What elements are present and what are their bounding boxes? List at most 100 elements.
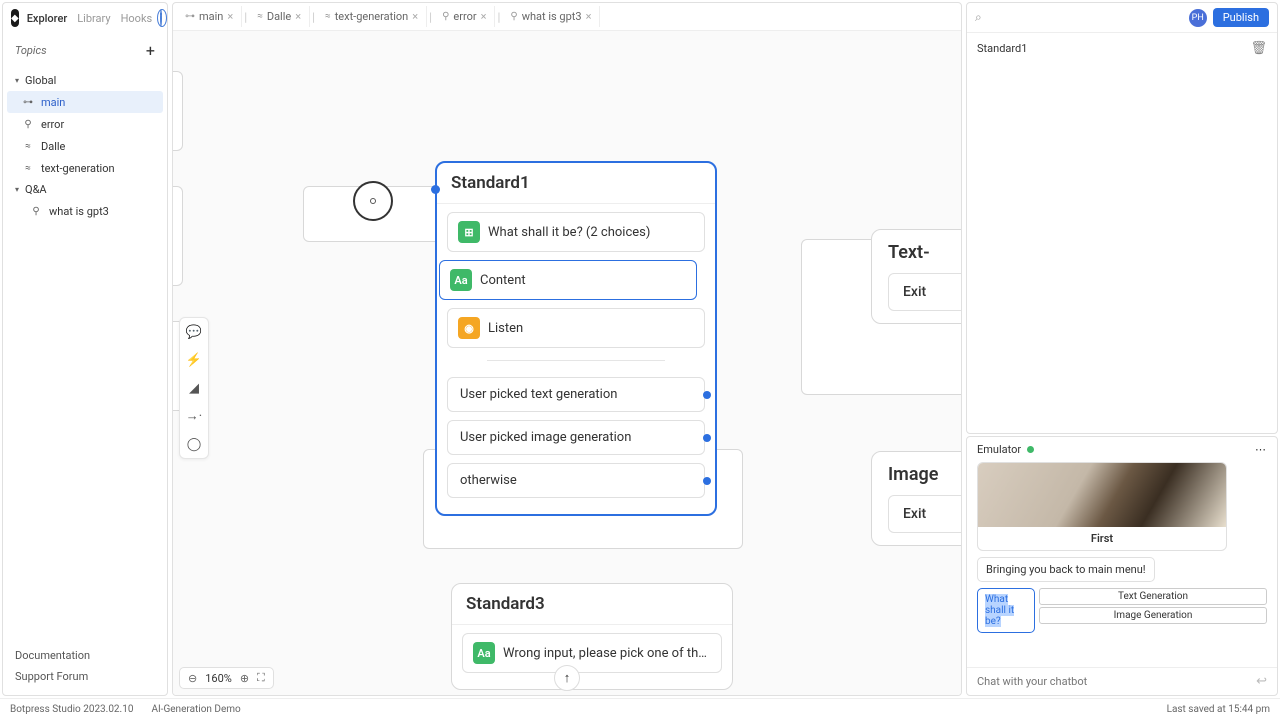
- branch-image[interactable]: User picked image generation: [447, 420, 705, 455]
- branch-otherwise[interactable]: otherwise: [447, 463, 705, 498]
- choice-row: What shall it be? Text Generation Image …: [977, 588, 1267, 633]
- globe-icon[interactable]: [160, 9, 162, 27]
- more-button[interactable]: ⋯: [1255, 443, 1267, 456]
- group-qa[interactable]: ▾ Q&A: [7, 179, 163, 200]
- node-title: Image: [888, 464, 961, 485]
- choices-icon: ⊞: [458, 221, 480, 243]
- tab-textgen[interactable]: ≈text-generation×: [317, 6, 427, 27]
- flow-canvas[interactable]: Standard1 ⊞ What shall it be? (2 choices…: [173, 31, 961, 695]
- link-documentation[interactable]: Documentation: [15, 645, 155, 666]
- close-icon[interactable]: ×: [227, 10, 233, 23]
- node-text-peek[interactable]: Text- Exit: [871, 229, 961, 324]
- flow-icon: ≈: [21, 161, 35, 175]
- inspector-panel: ⌕ PH Publish Standard1 🗑: [966, 2, 1278, 434]
- delete-button[interactable]: 🗑: [1250, 41, 1267, 56]
- choice-image-gen[interactable]: Image Generation: [1039, 607, 1267, 624]
- exit-card[interactable]: Exit: [888, 495, 961, 533]
- card-content[interactable]: Aa Content: [439, 260, 697, 300]
- chat-input[interactable]: [977, 675, 1256, 688]
- close-icon[interactable]: ×: [295, 10, 301, 23]
- flow-icon: ⚲: [21, 117, 35, 131]
- topics-label: Topics: [15, 44, 47, 57]
- zoom-level: 160%: [205, 672, 232, 685]
- emulator-panel: Emulator ⋯ First Bringing you back to ma…: [966, 436, 1278, 696]
- tab-dalle[interactable]: ≈Dalle×: [249, 6, 310, 27]
- close-icon[interactable]: ×: [586, 10, 592, 23]
- zoom-controls: ⊖ 160% ⊕ ⛶: [179, 667, 274, 689]
- emulator-title: Emulator: [977, 443, 1021, 456]
- user-avatar[interactable]: PH: [1189, 9, 1207, 27]
- zoom-fit-button[interactable]: ⛶: [257, 671, 265, 685]
- node-standard1[interactable]: Standard1 ⊞ What shall it be? (2 choices…: [435, 161, 717, 516]
- tool-transition[interactable]: →·: [184, 406, 204, 426]
- topic-tree: ▾ Global ⊶ main ⚲ error ≈ Dalle ≈ text-g…: [3, 68, 167, 637]
- close-icon[interactable]: ×: [481, 10, 487, 23]
- text-icon: Aa: [450, 269, 472, 291]
- branch-text[interactable]: User picked text generation: [447, 377, 705, 412]
- canvas-panel: ⊶main× | ≈Dalle× | ≈text-generation× | ⚲…: [172, 2, 962, 696]
- caret-down-icon: ▾: [15, 185, 19, 194]
- node-title: Standard3: [452, 584, 732, 625]
- right-rail: ⌕ PH Publish Standard1 🗑 Emulator ⋯ Firs…: [966, 2, 1278, 696]
- sidebar-item-error[interactable]: ⚲ error: [7, 113, 163, 135]
- editor-tabs: ⊶main× | ≈Dalle× | ≈text-generation× | ⚲…: [173, 3, 961, 31]
- bg-node: [173, 71, 183, 151]
- tool-action[interactable]: ⚡: [184, 350, 204, 370]
- question-bubble: What shall it be?: [977, 588, 1035, 633]
- node-image-peek[interactable]: Image Exit: [871, 451, 961, 546]
- flow-icon: ≈: [21, 139, 35, 153]
- sidebar-item-dalle[interactable]: ≈ Dalle: [7, 135, 163, 157]
- tab-gpt3[interactable]: ⚲what is gpt3×: [502, 6, 600, 27]
- nav-hooks[interactable]: Hooks: [121, 12, 153, 25]
- tool-comment[interactable]: 💬: [184, 322, 204, 342]
- project-name: AI-Generation Demo: [151, 704, 240, 715]
- search-icon: ⌕: [975, 10, 982, 25]
- search-input[interactable]: [988, 11, 1183, 25]
- listen-icon: ◉: [458, 317, 480, 339]
- zoom-out-button[interactable]: ⊖: [188, 672, 197, 685]
- zoom-in-button[interactable]: ⊕: [240, 672, 249, 685]
- chat-caption: First: [978, 527, 1226, 550]
- app-logo: ◆: [11, 9, 19, 27]
- sidebar-item-main[interactable]: ⊶ main: [7, 91, 163, 113]
- card-wrong-input[interactable]: Aa Wrong input, please pick one of th…: [462, 633, 722, 673]
- choice-text-gen[interactable]: Text Generation: [1039, 588, 1267, 605]
- port-in[interactable]: [431, 185, 440, 194]
- link-support[interactable]: Support Forum: [15, 666, 155, 687]
- text-icon: Aa: [473, 642, 495, 664]
- status-bar: Botpress Studio 2023.02.10 AI-Generation…: [0, 698, 1280, 720]
- card-choices[interactable]: ⊞ What shall it be? (2 choices): [447, 212, 705, 252]
- group-global[interactable]: ▾ Global: [7, 70, 163, 91]
- node-title: Standard1: [437, 163, 715, 204]
- inspector-title: Standard1: [977, 42, 1027, 55]
- divider: [487, 360, 665, 361]
- add-topic-button[interactable]: +: [146, 41, 155, 60]
- bg-node: [173, 186, 183, 286]
- nav-tabs: Explorer Library Hooks: [27, 12, 153, 25]
- close-icon[interactable]: ×: [412, 10, 418, 23]
- status-dot-icon: [1027, 446, 1034, 453]
- exit-card[interactable]: Exit: [888, 273, 961, 311]
- nav-library[interactable]: Library: [77, 12, 110, 25]
- chat-bubble: Bringing you back to main menu!: [977, 557, 1155, 582]
- tab-main[interactable]: ⊶main×: [177, 6, 242, 27]
- node-standard3[interactable]: Standard3 Aa Wrong input, please pick on…: [451, 583, 733, 690]
- nav-explorer[interactable]: Explorer: [27, 12, 68, 25]
- chat-card: First: [977, 462, 1227, 551]
- start-node[interactable]: [353, 181, 393, 221]
- card-listen[interactable]: ◉ Listen: [447, 308, 705, 348]
- tool-hook[interactable]: ◢: [184, 378, 204, 398]
- chat-log[interactable]: First Bringing you back to main menu! Wh…: [967, 462, 1277, 667]
- last-saved: Last saved at 15:44 pm: [1167, 704, 1270, 715]
- sidebar-item-gpt3[interactable]: ⚲ what is gpt3: [7, 200, 163, 222]
- chat-image: [978, 463, 1226, 527]
- app-version: Botpress Studio 2023.02.10: [10, 704, 133, 715]
- sidebar-item-textgen[interactable]: ≈ text-generation: [7, 157, 163, 179]
- caret-down-icon: ▾: [15, 76, 19, 85]
- tool-chat[interactable]: ◯: [184, 434, 204, 454]
- tab-error[interactable]: ⚲error×: [434, 6, 495, 27]
- scroll-up-button[interactable]: ↑: [554, 665, 580, 691]
- flow-icon: ⚲: [29, 204, 43, 218]
- send-button[interactable]: ↩: [1256, 674, 1267, 689]
- publish-button[interactable]: Publish: [1213, 8, 1269, 27]
